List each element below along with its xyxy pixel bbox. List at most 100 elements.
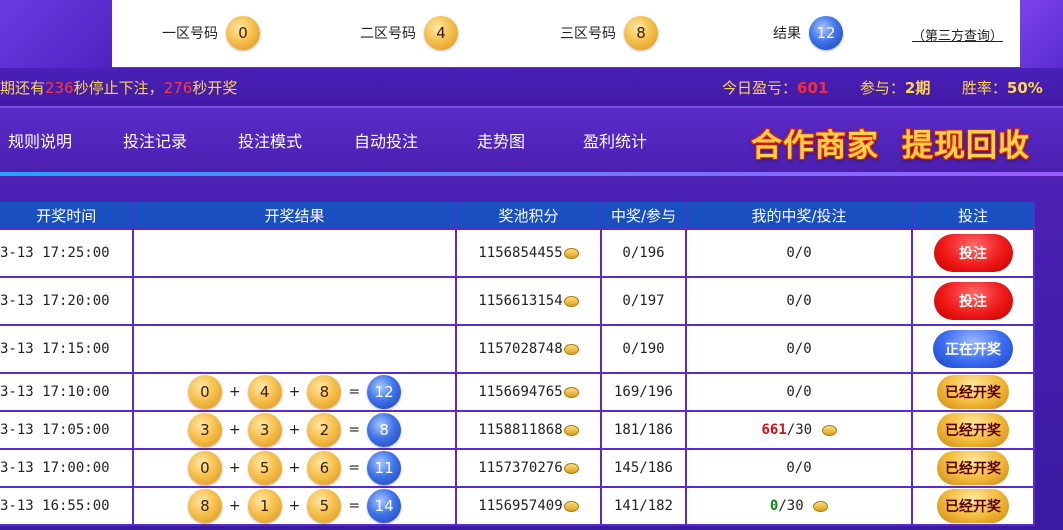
zone-3-label: 三区号码 — [560, 26, 616, 42]
equals-sign: = — [348, 422, 361, 438]
plus-sign: + — [288, 384, 301, 400]
draw-result-empty — [133, 277, 457, 326]
result-sum-ball: 12 — [367, 375, 402, 409]
pool-cell: 1156613154 — [456, 277, 602, 326]
action-cell: 正在开奖 — [912, 325, 1035, 374]
result-ball-2: 3 — [247, 413, 282, 447]
pool-points: 1156694765 — [478, 384, 563, 400]
result-ball: 12 — [809, 16, 843, 50]
my-win-bet: 0/0 — [686, 325, 913, 374]
result-zone: 结果 12 — [773, 15, 843, 51]
col-bet-action: 投注 — [912, 202, 1035, 230]
pool-points: 1156957409 — [478, 498, 563, 514]
nav-trend-chart[interactable]: 走势图 — [477, 128, 525, 152]
drawn-button[interactable]: 已经开奖 — [937, 375, 1009, 409]
result-ball-1: 0 — [187, 375, 222, 409]
bet-button[interactable]: 投注 — [933, 234, 1013, 272]
win-ratio: 0/196 — [601, 229, 687, 278]
result-ball-3: 2 — [307, 413, 342, 447]
coin-stack-icon — [563, 463, 579, 474]
equals-sign: = — [348, 498, 361, 514]
equals-sign: = — [348, 460, 361, 476]
nav-divider — [0, 172, 1063, 176]
partner-promo-link[interactable]: 合作商家 — [751, 120, 879, 165]
drawn-button[interactable]: 已经开奖 — [937, 413, 1009, 447]
withdraw-promo-link[interactable]: 提现回收 — [902, 120, 1030, 165]
stop-seconds: 236 — [45, 79, 74, 97]
plus-sign: + — [228, 422, 241, 438]
win-ratio: 0/197 — [601, 277, 687, 326]
third-party-query-link[interactable]: （第三方查询） — [912, 25, 1003, 44]
user-stats: 今日盈亏：601 参与：2期 胜率：50% — [722, 77, 1043, 98]
coin-stack-icon — [563, 296, 579, 307]
pool-points: 1156854455 — [478, 245, 563, 261]
win-ratio: 181/186 — [601, 411, 687, 450]
win-ratio: 169/196 — [601, 373, 687, 412]
table-row: 3-13 17:15:00 1157028748 0/190 0/0 正在开奖 — [0, 325, 1035, 374]
pool-points: 1157028748 — [478, 341, 563, 357]
plus-sign: + — [288, 498, 301, 514]
pool-cell: 1157028748 — [456, 325, 602, 374]
col-draw-time: 开奖时间 — [0, 202, 134, 230]
pool-cell: 1156957409 — [456, 487, 602, 526]
win-ratio: 0/190 — [601, 325, 687, 374]
participation-label: 参与： — [859, 79, 905, 97]
drawn-button[interactable]: 已经开奖 — [937, 451, 1009, 485]
pool-points: 1156613154 — [478, 293, 563, 309]
plus-sign: + — [288, 422, 301, 438]
my-win-bet: 0/30 — [686, 487, 913, 526]
zone-3-ball: 8 — [624, 16, 658, 50]
win-rate-value: 50% — [1006, 79, 1043, 97]
zone-2-label: 二区号码 — [360, 26, 416, 42]
my-win-bet: 661/30 — [686, 411, 913, 450]
action-cell: 已经开奖 — [912, 449, 1035, 488]
my-win-bet: 0/0 — [686, 449, 913, 488]
table-row: 3-13 17:20:00 1156613154 0/197 0/0 投注 — [0, 277, 1035, 326]
win-ratio: 141/182 — [601, 487, 687, 526]
col-my-win-bet: 我的中奖/投注 — [686, 202, 913, 230]
bet-button[interactable]: 投注 — [933, 282, 1013, 320]
result-sum-ball: 11 — [367, 451, 402, 485]
coin-stack-icon — [821, 425, 837, 436]
my-bet: 0/0 — [786, 245, 812, 261]
draw-time: 3-13 17:00:00 — [0, 449, 134, 488]
action-cell: 投注 — [912, 277, 1035, 326]
col-win-ratio: 中奖/参与 — [601, 202, 687, 230]
draw-result: 0 +5 +6 = 11 — [133, 449, 457, 488]
my-bet: 0/0 — [786, 341, 812, 357]
draw-time: 3-13 17:20:00 — [0, 277, 134, 326]
draw-seconds: 276 — [163, 79, 193, 97]
result-ball-3: 5 — [307, 489, 342, 523]
table-header-row: 开奖时间 开奖结果 奖池积分 中奖/参与 我的中奖/投注 投注 — [0, 202, 1035, 230]
result-ball-3: 8 — [307, 375, 342, 409]
left-banner-decoration — [0, 0, 112, 68]
my-win-bet: 0/0 — [686, 277, 913, 326]
draw-time: 3-13 17:25:00 — [0, 229, 134, 278]
nav-bet-modes[interactable]: 投注模式 — [238, 128, 302, 152]
coin-stack-icon — [563, 501, 579, 512]
right-banner-decoration — [1020, 0, 1063, 68]
zone-3: 三区号码 8 — [560, 15, 658, 51]
draw-time: 3-13 16:55:00 — [0, 487, 134, 526]
draw-time: 3-13 17:10:00 — [0, 373, 134, 412]
nav-auto-bet[interactable]: 自动投注 — [354, 128, 418, 152]
drawing-button[interactable]: 正在开奖 — [933, 330, 1013, 368]
win-rate-label: 胜率： — [961, 79, 1007, 97]
draw-result: 3 +3 +2 = 8 — [133, 411, 457, 450]
action-cell: 投注 — [912, 229, 1035, 278]
nav-profit-stats[interactable]: 盈利统计 — [583, 128, 647, 152]
pool-cell: 1157370276 — [456, 449, 602, 488]
pool-cell: 1156694765 — [456, 373, 602, 412]
pool-points: 1158811868 — [478, 422, 563, 438]
today-profit-label: 今日盈亏： — [722, 79, 798, 97]
my-bet: 0/0 — [786, 293, 812, 309]
drawn-button[interactable]: 已经开奖 — [937, 489, 1009, 523]
result-ball-1: 0 — [187, 451, 222, 485]
result-label: 结果 — [773, 26, 801, 42]
action-cell: 已经开奖 — [912, 487, 1035, 526]
coin-stack-icon — [563, 248, 579, 259]
plus-sign: + — [228, 460, 241, 476]
result-ball-3: 6 — [307, 451, 342, 485]
nav-rules[interactable]: 规则说明 — [8, 128, 72, 152]
nav-bet-records[interactable]: 投注记录 — [123, 128, 187, 152]
